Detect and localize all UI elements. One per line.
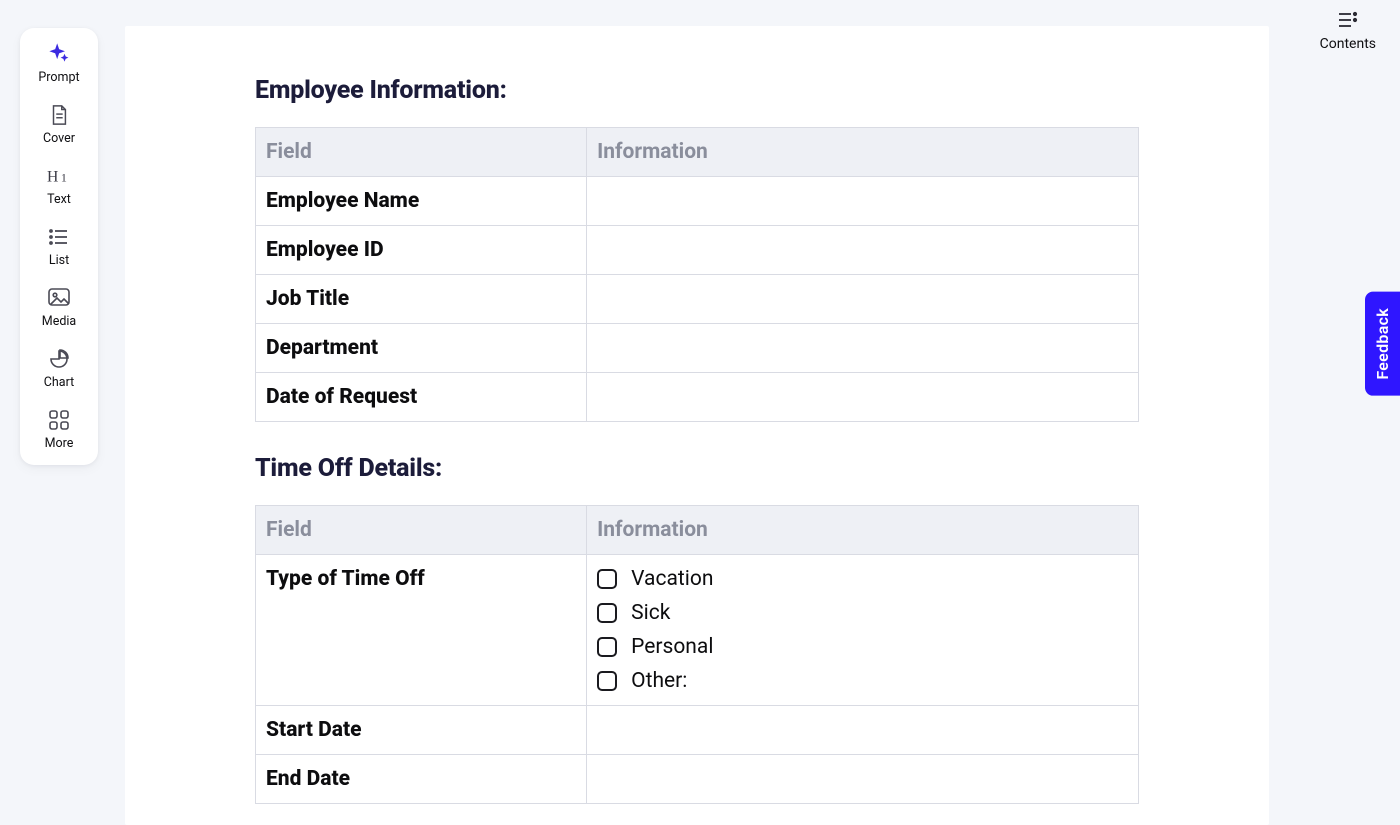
checkbox-label: Sick (631, 601, 670, 625)
table-cell-field: End Date (256, 755, 587, 804)
table-header-field: Field (256, 128, 587, 177)
table-cell-info[interactable] (587, 706, 1139, 755)
toolbar-item-label: Text (47, 192, 71, 207)
section-title-employee-info: Employee Information: (255, 76, 1139, 105)
grid-icon (47, 408, 71, 432)
table-header-info: Information (587, 128, 1139, 177)
checkbox-label: Other: (631, 669, 687, 693)
feedback-label: Feedback (1373, 308, 1392, 380)
checkbox-option-personal[interactable]: Personal (597, 635, 1128, 659)
document-page: Employee Information: Field Information … (125, 26, 1269, 825)
toolbar-item-prompt[interactable]: Prompt (24, 40, 94, 87)
employee-info-table: Field Information Employee Name Employee… (255, 127, 1139, 422)
table-cell-field: Employee ID (256, 226, 587, 275)
toc-icon (1336, 8, 1360, 32)
table-row[interactable]: Start Date (256, 706, 1139, 755)
table-row[interactable]: Employee ID (256, 226, 1139, 275)
toolbar-item-label: Chart (44, 375, 74, 390)
table-cell-info[interactable] (587, 226, 1139, 275)
page-icon (47, 103, 71, 127)
toolbar-item-label: List (49, 253, 69, 268)
table-row[interactable]: Employee Name (256, 177, 1139, 226)
toolbar-item-label: More (45, 436, 74, 451)
toolbar-item-media[interactable]: Media (24, 284, 94, 331)
table-header-info: Information (587, 506, 1139, 555)
checkbox-option-sick[interactable]: Sick (597, 601, 1128, 625)
table-header-field: Field (256, 506, 587, 555)
checkbox-option-other[interactable]: Other: (597, 669, 1128, 693)
time-off-table: Field Information Type of Time Off Vacat… (255, 505, 1139, 804)
pie-chart-icon (47, 347, 71, 371)
time-off-type-options: Vacation Sick Personal Other: (597, 567, 1128, 693)
toolbar-item-chart[interactable]: Chart (24, 345, 94, 392)
table-row[interactable]: Date of Request (256, 373, 1139, 422)
table-cell-field: Job Title (256, 275, 587, 324)
left-toolbar: Prompt Cover H1 Text List (20, 28, 98, 465)
svg-text:H: H (47, 169, 58, 186)
toolbar-item-label: Prompt (38, 70, 79, 85)
sparkle-icon (47, 42, 71, 66)
table-cell-field: Type of Time Off (256, 555, 587, 706)
table-cell-field: Employee Name (256, 177, 587, 226)
checkbox-icon[interactable] (597, 637, 617, 657)
toolbar-item-label: Cover (43, 131, 75, 146)
checkbox-icon[interactable] (597, 569, 617, 589)
toolbar-item-more[interactable]: More (24, 406, 94, 453)
toolbar-item-cover[interactable]: Cover (24, 101, 94, 148)
table-cell-field: Start Date (256, 706, 587, 755)
table-cell-info[interactable] (587, 373, 1139, 422)
table-cell-info[interactable] (587, 324, 1139, 373)
table-row[interactable]: Department (256, 324, 1139, 373)
table-cell-info[interactable] (587, 275, 1139, 324)
table-cell-info: Vacation Sick Personal Other: (587, 555, 1139, 706)
toolbar-item-text[interactable]: H1 Text (24, 162, 94, 209)
table-cell-field: Date of Request (256, 373, 587, 422)
checkbox-icon[interactable] (597, 671, 617, 691)
checkbox-icon[interactable] (597, 603, 617, 623)
checkbox-label: Personal (631, 635, 713, 659)
feedback-tab[interactable]: Feedback (1365, 292, 1400, 396)
list-icon (47, 225, 71, 249)
table-header-row: Field Information (256, 506, 1139, 555)
table-cell-info[interactable] (587, 177, 1139, 226)
section-title-time-off: Time Off Details: (255, 454, 1139, 483)
checkbox-option-vacation[interactable]: Vacation (597, 567, 1128, 591)
checkbox-label: Vacation (631, 567, 713, 591)
heading-icon: H1 (47, 164, 71, 188)
svg-text:1: 1 (61, 171, 67, 185)
table-row[interactable]: Job Title (256, 275, 1139, 324)
toolbar-item-list[interactable]: List (24, 223, 94, 270)
contents-label: Contents (1320, 36, 1376, 52)
table-row[interactable]: End Date (256, 755, 1139, 804)
table-header-row: Field Information (256, 128, 1139, 177)
contents-button[interactable]: Contents (1316, 2, 1380, 58)
table-row-type-time-off[interactable]: Type of Time Off Vacation Sick (256, 555, 1139, 706)
image-icon (47, 286, 71, 310)
table-cell-info[interactable] (587, 755, 1139, 804)
toolbar-item-label: Media (42, 314, 76, 329)
table-cell-field: Department (256, 324, 587, 373)
